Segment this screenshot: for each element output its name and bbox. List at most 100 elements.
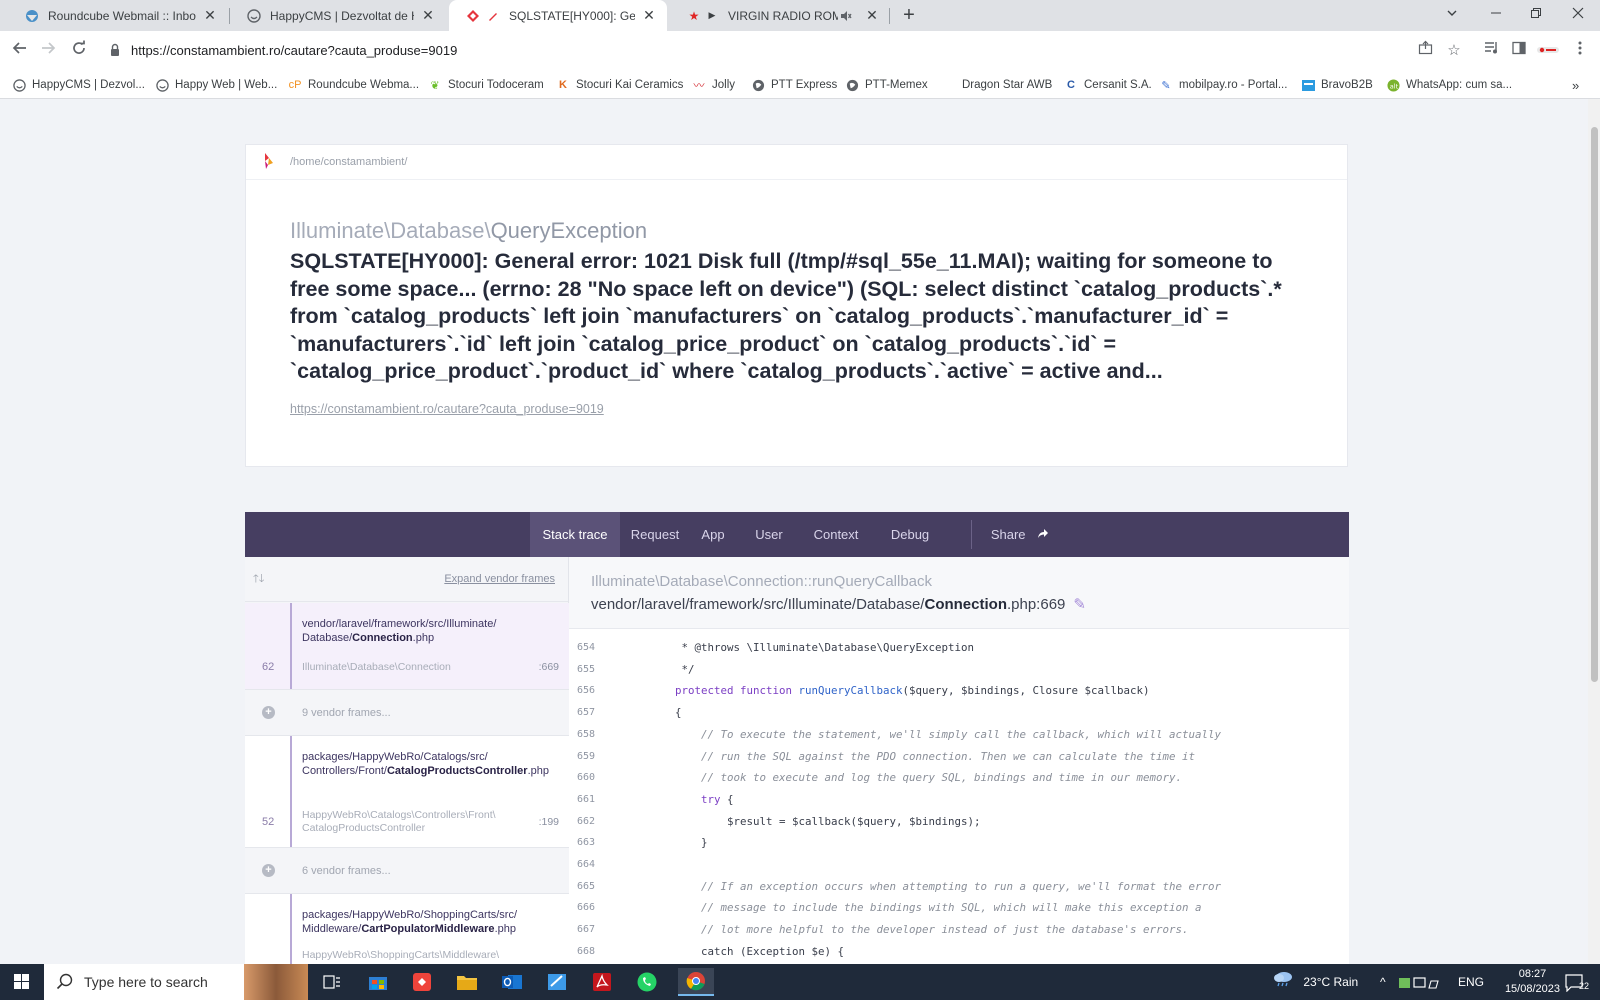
bookmark-cersanit[interactable]: C Cersanit S.A. xyxy=(1064,76,1152,94)
line-number: 657 xyxy=(577,707,596,719)
file-explorer-icon[interactable] xyxy=(453,968,481,996)
tab-app[interactable]: App xyxy=(693,512,733,557)
bookmark-label: Stocuri Kai Ceramics xyxy=(576,79,684,91)
bookmark-jolly[interactable]: 〰 Jolly xyxy=(692,76,736,94)
taskbar-search[interactable]: Type here to search xyxy=(44,964,308,1000)
back-icon[interactable] xyxy=(8,39,32,63)
bookmark-dragon-star[interactable]: Dragon Star AWB xyxy=(962,76,1052,94)
tray-icons[interactable] xyxy=(1398,964,1440,1000)
pencil-icon xyxy=(485,8,501,24)
frame-class: HappyWebRo\Catalogs\Controllers\Front\ C… xyxy=(302,809,496,834)
tab-context[interactable]: Context xyxy=(808,512,864,557)
page-scrollbar[interactable] xyxy=(1588,99,1600,964)
bookmark-happycms[interactable]: HappyCMS | Dezvol... xyxy=(12,76,145,94)
clock-date: 15/08/2023 xyxy=(1504,983,1560,995)
forward-icon[interactable] xyxy=(36,39,60,63)
stack-frame[interactable]: packages/HappyWebRo/ShoppingCarts/src/ M… xyxy=(245,894,569,964)
stack-frame[interactable]: vendor/laravel/framework/src/Illuminate/… xyxy=(245,603,569,690)
notification-center-icon[interactable]: 22 xyxy=(1565,964,1589,1000)
code-text: try { xyxy=(701,792,734,806)
speaker-muted-icon[interactable] xyxy=(838,8,854,24)
frame-method: Illuminate\Database\Connection::runQuery… xyxy=(591,573,932,590)
bookmark-label: Dragon Star AWB xyxy=(962,79,1053,91)
code-text: catch (Exception $e) { xyxy=(649,944,845,958)
bookmark-todoceram[interactable]: ❦ Stocuri Todoceram xyxy=(428,76,543,94)
ignition-icon xyxy=(465,8,481,24)
close-window-icon[interactable] xyxy=(1558,0,1598,31)
vendor-frames-label: 9 vendor frames... xyxy=(302,707,391,719)
plus-circle-icon: + xyxy=(262,864,275,877)
frame-file-name: Connection xyxy=(352,632,413,644)
profile-icon[interactable] xyxy=(1537,40,1559,62)
bookmark-kai-ceramics[interactable]: K Stocuri Kai Ceramics xyxy=(556,76,683,94)
tab-happycms[interactable]: HappyCMS | Dezvoltat de Happy ✕ xyxy=(230,0,446,31)
tab-search-icon[interactable] xyxy=(1432,0,1472,31)
bookmark-star-icon[interactable]: ☆ xyxy=(1443,40,1465,62)
vendor-frames-group[interactable]: + 9 vendor frames... xyxy=(245,690,569,736)
new-tab-button[interactable]: + xyxy=(897,3,921,27)
hidden-icons-chevron-icon[interactable]: ^ xyxy=(1380,964,1386,1000)
code-text: // took to execute and log the query SQL… xyxy=(649,771,1183,785)
scrollbar-thumb[interactable] xyxy=(1591,127,1598,682)
bookmark-mobilpay[interactable]: ✎ mobilpay.ro - Portal... xyxy=(1159,76,1287,94)
side-panel-icon[interactable] xyxy=(1508,40,1530,62)
notepad-icon[interactable] xyxy=(543,968,571,996)
code-line: 656 protected function runQueryCallback(… xyxy=(569,680,1349,702)
outlook-icon[interactable] xyxy=(498,968,526,996)
bookmark-roundcube[interactable]: cP Roundcube Webma... xyxy=(288,76,419,94)
media-control-icon[interactable] xyxy=(1480,40,1502,62)
close-tab-icon[interactable]: ✕ xyxy=(641,7,657,24)
reload-icon[interactable] xyxy=(67,39,91,63)
frame-file: packages/HappyWebRo/ShoppingCarts/src/ M… xyxy=(302,908,552,936)
address-bar[interactable]: https://constamambient.ro/cautare?cauta_… xyxy=(100,35,1495,66)
ignition-logo-icon xyxy=(264,152,274,173)
frame-file-ext: .php xyxy=(412,632,435,644)
tab-user[interactable]: User xyxy=(749,512,789,557)
bookmark-ptt-express[interactable]: PTT Express xyxy=(751,76,837,94)
task-view-icon[interactable] xyxy=(318,968,346,996)
code-line: 664 xyxy=(569,854,1349,876)
menu-dots-icon[interactable] xyxy=(1569,40,1591,62)
share-page-icon[interactable] xyxy=(1414,40,1436,62)
tab-virgin-radio[interactable]: ★ ▶ VIRGIN RADIO ROMANIA ✕ xyxy=(670,0,890,31)
request-url-link[interactable]: https://constamambient.ro/cautare?cauta_… xyxy=(290,402,604,416)
frame-file-name: CatalogProductsController xyxy=(386,765,528,777)
close-tab-icon[interactable]: ✕ xyxy=(864,7,880,24)
bookmarks-overflow-icon[interactable]: » xyxy=(1572,76,1579,94)
acrobat-icon[interactable] xyxy=(588,968,616,996)
share-label: Share xyxy=(990,527,1026,542)
tab-debug[interactable]: Debug xyxy=(885,512,935,557)
url-text[interactable]: https://constamambient.ro/cautare?cauta_… xyxy=(131,43,457,58)
bookmark-whatsapp[interactable]: alt WhatsApp: cum sa... xyxy=(1386,76,1512,94)
svg-text:alt: alt xyxy=(1389,82,1398,90)
edit-pencil-icon[interactable]: ✎ xyxy=(1073,596,1086,613)
chrome-icon[interactable] xyxy=(678,968,714,996)
minimize-icon[interactable] xyxy=(1476,0,1516,31)
close-tab-icon[interactable]: ✕ xyxy=(202,7,218,24)
bookmark-bravob2b[interactable]: BravoB2B xyxy=(1301,76,1373,94)
weather-widget[interactable]: 23°C Rain xyxy=(1272,964,1358,1000)
windows-start-icon[interactable] xyxy=(0,964,44,1000)
store-icon[interactable] xyxy=(364,968,392,996)
close-tab-icon[interactable]: ✕ xyxy=(420,7,436,24)
share-button[interactable]: Share xyxy=(985,512,1055,557)
system-clock[interactable]: 08:27 15/08/2023 xyxy=(1505,967,1560,997)
tab-roundcube[interactable]: Roundcube Webmail :: Inbox ✕ xyxy=(8,0,228,31)
code-text: // message to include the bindings with … xyxy=(649,901,1202,915)
tab-sqlstate[interactable]: SQLSTATE[HY000]: General er ✕ xyxy=(449,0,667,31)
bookmark-happyweb[interactable]: Happy Web | Web... xyxy=(155,76,277,94)
language-indicator[interactable]: ENG xyxy=(1458,964,1484,1000)
tab-stack-trace[interactable]: Stack trace xyxy=(530,512,620,557)
tab-request[interactable]: Request xyxy=(625,512,685,557)
stack-frame[interactable]: packages/HappyWebRo/Catalogs/src/ Contro… xyxy=(245,736,569,848)
frame-nav-arrows-icon[interactable]: 🡑🡓 xyxy=(253,570,264,589)
anydesk-icon[interactable] xyxy=(408,968,436,996)
error-card: /home/constamambient/ Illuminate\Databas… xyxy=(245,144,1348,467)
vendor-frames-group[interactable]: + 6 vendor frames... xyxy=(245,848,569,894)
expand-vendor-frames-link[interactable]: Expand vendor frames xyxy=(444,573,555,585)
restore-icon[interactable] xyxy=(1516,0,1556,31)
whatsapp-icon[interactable] xyxy=(633,968,661,996)
code-line: 657 { xyxy=(569,702,1349,724)
bookmark-ptt-memex[interactable]: PTT-Memex xyxy=(845,76,928,94)
lock-icon[interactable] xyxy=(110,43,120,57)
